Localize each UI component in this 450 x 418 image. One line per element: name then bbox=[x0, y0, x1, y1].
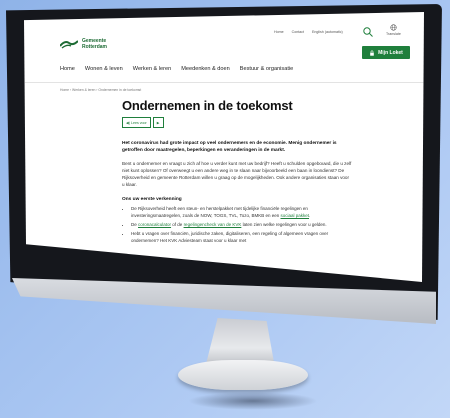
util-link-language[interactable]: English (automatic) bbox=[312, 30, 343, 34]
bullet-text: De bbox=[131, 222, 139, 227]
bullet-list: De Rijksoverheid heeft een steun- en her… bbox=[122, 205, 352, 244]
mijn-loket-label: Mijn Loket bbox=[378, 49, 403, 56]
bullet-text: of de bbox=[171, 222, 184, 227]
globe-icon bbox=[390, 24, 397, 31]
main-content: Ondernemen in de toekomst ◀) Lees voor ▶… bbox=[122, 94, 352, 246]
nav-item-wonen-leven[interactable]: Wonen & leven bbox=[85, 66, 123, 72]
play-icon: ▶ bbox=[156, 120, 160, 125]
header-divider bbox=[24, 82, 424, 83]
nav-item-werken-leren[interactable]: Werken & leren bbox=[133, 66, 171, 72]
bullet-text: Hebt u vragen over financiën, juridische… bbox=[131, 231, 329, 243]
utility-links: Home Contact English (automatic) bbox=[274, 30, 343, 34]
site-header: Gemeente Rotterdam Home Contact English … bbox=[24, 12, 424, 82]
nav-item-bestuur-organisatie[interactable]: Bestuur & organisatie bbox=[240, 66, 293, 72]
main-nav: Home Wonen & leven Werken & leren Meeden… bbox=[60, 66, 293, 72]
lead-paragraph: Het coronavirus had grote impact op veel… bbox=[122, 141, 337, 153]
website-screen: Gemeente Rotterdam Home Contact English … bbox=[24, 12, 424, 282]
list-item: Hebt u vragen over financiën, juridische… bbox=[131, 230, 352, 244]
nav-item-meedenken-doen[interactable]: Meedenken & doen bbox=[181, 66, 230, 72]
logo-line-2: Rotterdam bbox=[82, 44, 108, 50]
read-aloud-button[interactable]: ◀) Lees voor bbox=[122, 117, 151, 128]
search-icon[interactable] bbox=[362, 26, 374, 38]
site-logo[interactable]: Gemeente Rotterdam bbox=[60, 38, 107, 50]
translate-button[interactable]: Translate bbox=[386, 24, 401, 36]
util-link-contact[interactable]: Contact bbox=[292, 30, 304, 34]
read-aloud-label: Lees voor bbox=[130, 120, 147, 125]
mijn-loket-button[interactable]: Mijn Loket bbox=[362, 46, 410, 59]
nav-item-home[interactable]: Home bbox=[60, 66, 75, 72]
page-title: Ondernemen in de toekomst bbox=[122, 98, 293, 113]
list-item: De coronacalculator of de regelingenchec… bbox=[131, 221, 352, 228]
logo-text: Gemeente Rotterdam bbox=[82, 38, 107, 50]
list-item: De Rijksoverheid heeft een steun- en her… bbox=[131, 205, 352, 219]
readspeaker: ◀) Lees voor ▶ bbox=[122, 117, 352, 128]
intro-paragraph: Bent u ondernemer en vraagt u zich af ho… bbox=[122, 161, 352, 187]
translate-label: Translate bbox=[386, 32, 401, 36]
logo-mark-icon bbox=[60, 40, 78, 49]
util-link-home[interactable]: Home bbox=[274, 30, 284, 34]
section-heading: Ons uw eerste verkenning bbox=[122, 197, 182, 202]
kvk-regelingencheck-link[interactable]: regelingencheck van de KVK bbox=[184, 222, 242, 227]
lock-icon bbox=[370, 49, 374, 56]
breadcrumb[interactable]: Home › Werken & leren › Ondernemen in de… bbox=[60, 88, 141, 92]
monitor: Gemeente Rotterdam Home Contact English … bbox=[0, 0, 450, 418]
play-button[interactable]: ▶ bbox=[152, 117, 164, 128]
sociaal-pakket-link[interactable]: sociaal pakket bbox=[281, 213, 310, 218]
bullet-text: laten zien welke regelingen voor u gelde… bbox=[241, 222, 327, 227]
coronacalculator-link[interactable]: coronacalculator bbox=[138, 222, 171, 227]
